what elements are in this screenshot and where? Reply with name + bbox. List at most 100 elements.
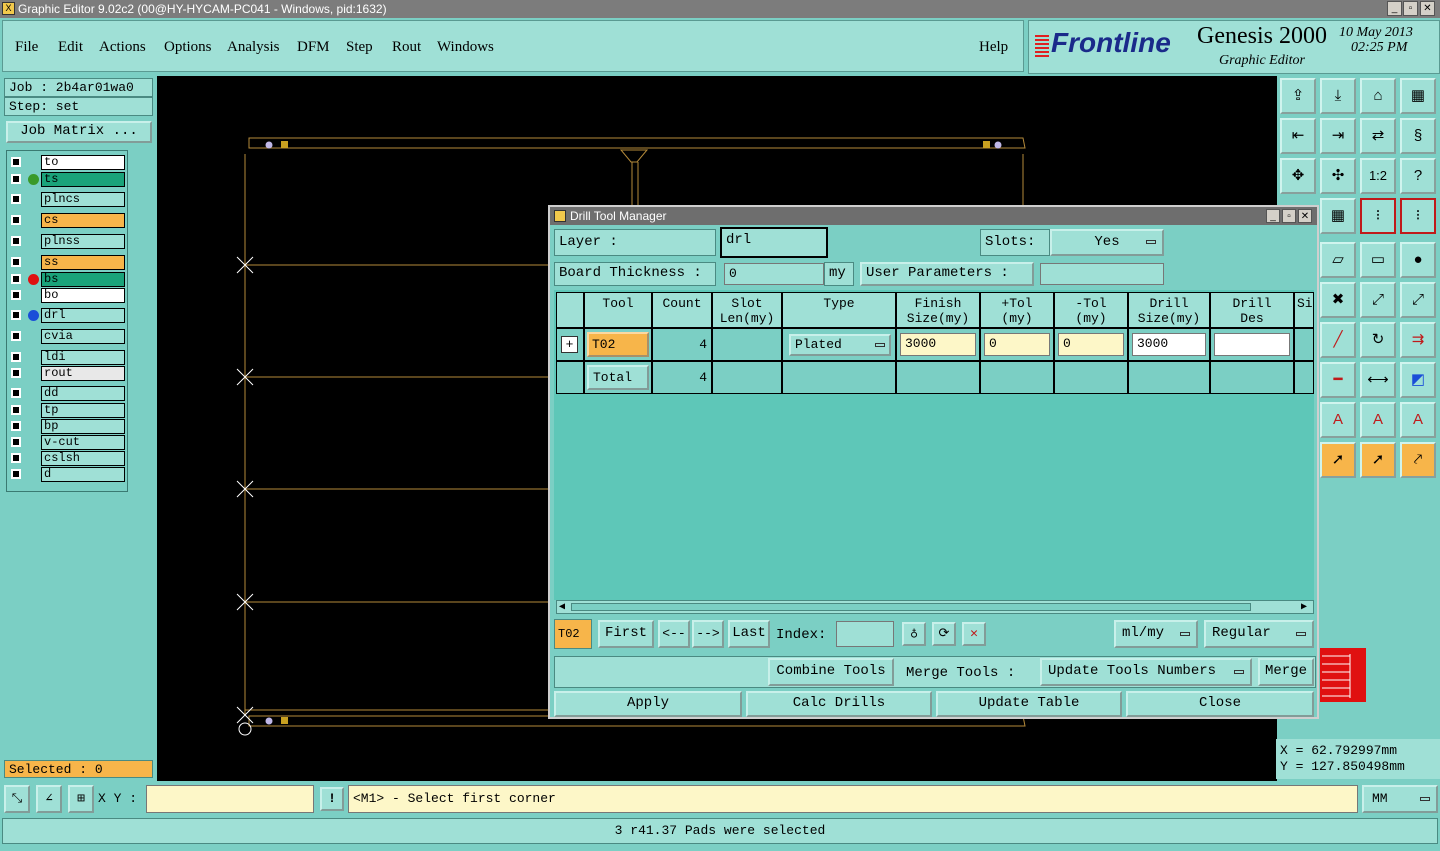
- layer-row-plncs[interactable]: plncs: [9, 192, 125, 207]
- scroll-thumb[interactable]: [571, 603, 1251, 611]
- layer-checkbox[interactable]: [11, 437, 21, 447]
- layer-checkbox[interactable]: [11, 310, 21, 320]
- layer-row-drl[interactable]: drl: [9, 308, 125, 323]
- plus-tol-input[interactable]: 0: [984, 333, 1050, 356]
- layer-name[interactable]: plncs: [41, 192, 125, 207]
- layer-checkbox[interactable]: [11, 388, 21, 398]
- shapes-icon[interactable]: ◩: [1400, 362, 1436, 398]
- pad-icon[interactable]: ●: [1400, 242, 1436, 278]
- layer-row-to[interactable]: to: [9, 155, 125, 170]
- layer-checkbox[interactable]: [11, 421, 21, 431]
- zoom-area-icon[interactable]: ⤡: [4, 785, 30, 813]
- finish-size-cell[interactable]: 3000: [896, 328, 980, 361]
- dialog-minimize-button[interactable]: _: [1266, 209, 1280, 223]
- layer-checkbox[interactable]: [11, 174, 21, 184]
- job-matrix-button[interactable]: Job Matrix ...: [6, 121, 152, 143]
- snap-center-icon[interactable]: ⁝: [1400, 198, 1436, 234]
- layer-name[interactable]: drl: [41, 308, 125, 323]
- units-dropdown[interactable]: ml/my: [1114, 620, 1198, 648]
- grid-toggle-icon[interactable]: ⊞: [68, 785, 94, 813]
- menu-rout[interactable]: Rout: [392, 39, 421, 56]
- drill-size-input[interactable]: 3000: [1132, 333, 1206, 356]
- layout-icon[interactable]: ▦: [1400, 78, 1436, 114]
- select-edit-pointer-icon[interactable]: ➚: [1360, 442, 1396, 478]
- layer-row-ldi[interactable]: ldi: [9, 350, 125, 365]
- minimize-button[interactable]: _: [1387, 1, 1402, 16]
- layer-checkbox[interactable]: [11, 469, 21, 479]
- draw-shape-icon[interactable]: ▱: [1320, 242, 1356, 278]
- apply-button[interactable]: Apply: [554, 691, 742, 717]
- layer-name[interactable]: cslsh: [41, 451, 125, 466]
- layer-checkbox[interactable]: [11, 331, 21, 341]
- drill-size-cell[interactable]: 3000: [1128, 328, 1210, 361]
- dialog-maximize-button[interactable]: ▫: [1282, 209, 1296, 223]
- user-parameters-button[interactable]: User Parameters :: [860, 262, 1034, 286]
- refresh-icon[interactable]: ⟳: [932, 622, 956, 646]
- swap-icon[interactable]: ⇄: [1360, 118, 1396, 154]
- menu-options[interactable]: Options: [164, 39, 212, 56]
- merge-button[interactable]: Merge: [1258, 658, 1314, 686]
- layer-name[interactable]: bp: [41, 419, 125, 434]
- snap-pad-icon[interactable]: ⁝: [1360, 198, 1396, 234]
- fit-screen-icon[interactable]: ✥: [1280, 158, 1316, 194]
- layer-checkbox[interactable]: [11, 194, 21, 204]
- menu-help[interactable]: Help: [979, 39, 1008, 56]
- combine-tools-button[interactable]: Combine Tools: [768, 658, 894, 686]
- layer-checkbox[interactable]: [11, 405, 21, 415]
- type-dropdown[interactable]: Plated: [789, 334, 891, 356]
- measure-angle-icon[interactable]: ∠: [36, 785, 62, 813]
- layer-name[interactable]: bs: [41, 272, 125, 287]
- layer-name[interactable]: dd: [41, 386, 125, 401]
- layer-row-plnss[interactable]: plnss: [9, 234, 125, 249]
- update-table-button[interactable]: Update Table: [936, 691, 1122, 717]
- user-parameters-input[interactable]: [1040, 263, 1164, 285]
- open-job-icon[interactable]: ⇪: [1280, 78, 1316, 114]
- layer-row-v-cut[interactable]: v-cut: [9, 435, 125, 450]
- delete-icon[interactable]: ✕: [962, 622, 986, 646]
- lightbulb-icon[interactable]: ♁: [902, 622, 926, 646]
- layer-row-ts[interactable]: ts: [9, 172, 125, 187]
- zoom-forward-icon[interactable]: ⇥: [1320, 118, 1356, 154]
- plus-tol-cell[interactable]: 0: [980, 328, 1054, 361]
- menu-windows[interactable]: Windows: [437, 39, 494, 56]
- minus-tol-cell[interactable]: 0: [1054, 328, 1128, 361]
- scroll-left-icon[interactable]: ◀: [559, 601, 565, 613]
- text-a-edit-icon[interactable]: A: [1360, 402, 1396, 438]
- row-select-cell[interactable]: +: [556, 328, 584, 361]
- first-button[interactable]: First: [598, 620, 654, 648]
- layer-name[interactable]: ldi: [41, 350, 125, 365]
- arc-icon[interactable]: ↻: [1360, 322, 1396, 358]
- xy-input[interactable]: [146, 785, 314, 813]
- line-icon[interactable]: ╱: [1320, 322, 1356, 358]
- layer-name[interactable]: plnss: [41, 234, 125, 249]
- close-button[interactable]: Close: [1126, 691, 1314, 717]
- horizontal-line-icon[interactable]: ━: [1320, 362, 1356, 398]
- layer-checkbox[interactable]: [11, 236, 21, 246]
- layer-name[interactable]: ss: [41, 255, 125, 270]
- menu-step[interactable]: Step: [346, 39, 373, 56]
- layer-name[interactable]: cvia: [41, 329, 125, 344]
- layer-row-d[interactable]: d: [9, 467, 125, 482]
- row-expand-icon[interactable]: +: [561, 336, 578, 353]
- layer-checkbox[interactable]: [11, 453, 21, 463]
- ruler-icon[interactable]: ▭: [1360, 242, 1396, 278]
- maximize-button[interactable]: ▫: [1403, 1, 1418, 16]
- drill-des-input[interactable]: [1214, 333, 1290, 356]
- layer-name[interactable]: tp: [41, 403, 125, 418]
- grid-icon[interactable]: ▦: [1320, 198, 1356, 234]
- next-button[interactable]: -->: [692, 620, 724, 648]
- type-cell[interactable]: Plated: [782, 328, 896, 361]
- measure-icon[interactable]: ⟷: [1360, 362, 1396, 398]
- alert-icon[interactable]: !: [320, 787, 344, 811]
- menu-analysis[interactable]: Analysis: [227, 39, 280, 56]
- snap-point-icon[interactable]: ⤢: [1400, 282, 1436, 318]
- menu-actions[interactable]: Actions: [99, 39, 146, 56]
- menu-file[interactable]: File: [15, 39, 38, 56]
- board-thickness-input[interactable]: 0: [724, 263, 824, 285]
- layer-checkbox[interactable]: [11, 274, 21, 284]
- layer-name[interactable]: to: [41, 155, 125, 170]
- snap-line-icon[interactable]: ⤢: [1360, 282, 1396, 318]
- layer-row-dd[interactable]: dd: [9, 386, 125, 401]
- menu-edit[interactable]: Edit: [58, 39, 83, 56]
- text-flip-icon[interactable]: ⇉: [1400, 322, 1436, 358]
